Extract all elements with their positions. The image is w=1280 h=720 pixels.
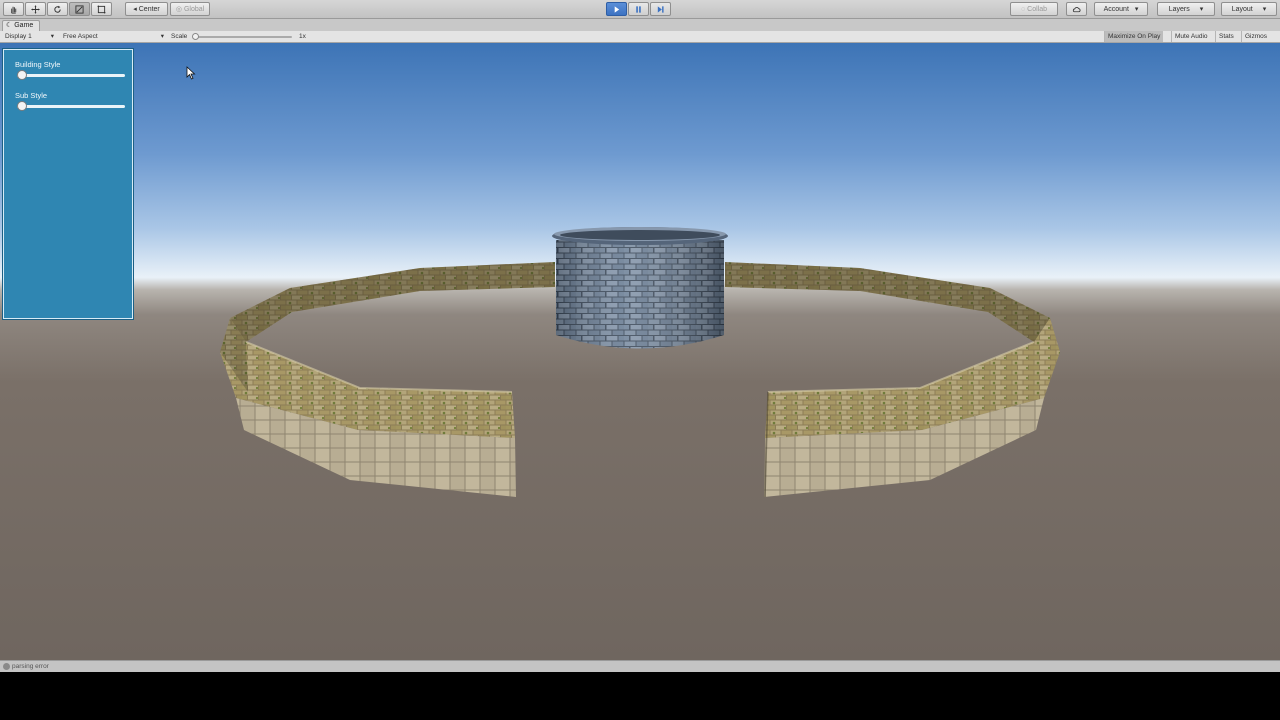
step-button[interactable]	[650, 2, 671, 16]
stats-toggle[interactable]: Stats	[1215, 31, 1237, 42]
rotate-tool-button[interactable]	[47, 2, 68, 16]
pivot-icon: ◂	[133, 6, 137, 13]
pause-icon	[636, 5, 641, 13]
rotate-icon	[54, 5, 61, 13]
building-style-slider[interactable]	[17, 74, 125, 77]
move-icon	[31, 4, 40, 14]
tab-game-label: Game	[14, 22, 34, 29]
scale-tool-button[interactable]	[69, 2, 90, 16]
display-dropdown[interactable]: Display 1 ▾	[2, 32, 56, 42]
layout-label: Layout	[1231, 5, 1253, 13]
scale-slider-track[interactable]	[194, 36, 292, 38]
hand-tool-button[interactable]	[3, 2, 24, 16]
scale-label: Scale	[171, 33, 188, 40]
pivot-center-button[interactable]: ◂ Center	[125, 2, 168, 16]
scene-render	[220, 227, 1060, 498]
building-style-label: Building Style	[15, 60, 61, 69]
collab-label: Collab	[1027, 5, 1048, 13]
aspect-dropdown[interactable]: Free Aspect ▾	[60, 32, 166, 42]
stone-tower	[552, 227, 728, 349]
chevron-down-icon: ▾	[1262, 6, 1267, 13]
tab-game[interactable]: ☾ Game	[2, 20, 41, 31]
account-label: Account	[1103, 5, 1129, 13]
layers-label: Layers	[1168, 5, 1190, 13]
cloud-button[interactable]	[1066, 2, 1087, 16]
mouse-pointer-icon	[186, 66, 196, 80]
cloud-icon	[1072, 6, 1081, 12]
game-tab-icon: ☾	[6, 22, 15, 29]
style-settings-panel: Building Style Sub Style	[3, 49, 133, 319]
front-left-wall	[220, 318, 516, 497]
chevron-down-icon: ▾	[1199, 6, 1204, 13]
play-icon	[614, 5, 620, 13]
main-toolbar: ◂ Center ◎ Global ◌ Collab Account ▾ Lay…	[0, 0, 1280, 19]
maximize-on-play-toggle[interactable]: Maximize On Play	[1104, 31, 1164, 42]
tab-row: ☾ Game	[0, 19, 1280, 31]
display-label: Display 1	[5, 33, 32, 40]
pivot-global-button[interactable]: ◎ Global	[170, 2, 210, 16]
rect-tool-button[interactable]	[91, 2, 112, 16]
scale-value: 1x	[299, 33, 306, 40]
sub-style-slider[interactable]	[17, 105, 125, 108]
sub-style-label: Sub Style	[15, 91, 48, 100]
layout-dropdown[interactable]: Layout ▾	[1221, 2, 1277, 16]
aspect-label: Free Aspect	[63, 33, 98, 40]
scale-icon	[75, 4, 84, 14]
status-message[interactable]: parsing error	[12, 663, 49, 670]
space-label: Global	[183, 5, 205, 13]
front-right-wall	[764, 318, 1060, 498]
game-viewport[interactable]	[0, 43, 1280, 660]
status-info-icon	[3, 663, 10, 670]
building-style-handle[interactable]	[17, 70, 27, 80]
move-tool-button[interactable]	[25, 2, 46, 16]
status-bar: parsing error	[0, 660, 1280, 672]
letterbox-area	[0, 672, 1280, 720]
game-view-toolbar: Display 1 ▾ Free Aspect ▾ Scale 1x Maxim…	[0, 31, 1280, 43]
pivot-label: Center	[138, 5, 160, 13]
pause-button[interactable]	[628, 2, 649, 16]
hand-icon	[11, 6, 17, 14]
chevron-down-icon: ▾	[1134, 6, 1139, 13]
scale-slider-thumb[interactable]	[192, 33, 199, 40]
collab-button[interactable]: ◌ Collab	[1010, 2, 1058, 16]
globe-icon: ◎	[175, 6, 182, 13]
account-dropdown[interactable]: Account ▾	[1094, 2, 1148, 16]
layers-dropdown[interactable]: Layers ▾	[1157, 2, 1215, 16]
collab-icon: ◌	[1020, 5, 1026, 13]
step-icon	[657, 5, 664, 13]
chevron-down-icon: ▾	[160, 33, 164, 40]
chevron-down-icon: ▾	[50, 33, 54, 40]
mute-audio-toggle[interactable]: Mute Audio	[1171, 31, 1211, 42]
rect-icon	[97, 5, 106, 13]
gizmos-dropdown[interactable]: Gizmos	[1241, 31, 1270, 42]
sub-style-handle[interactable]	[17, 101, 27, 111]
play-button[interactable]	[606, 2, 627, 16]
